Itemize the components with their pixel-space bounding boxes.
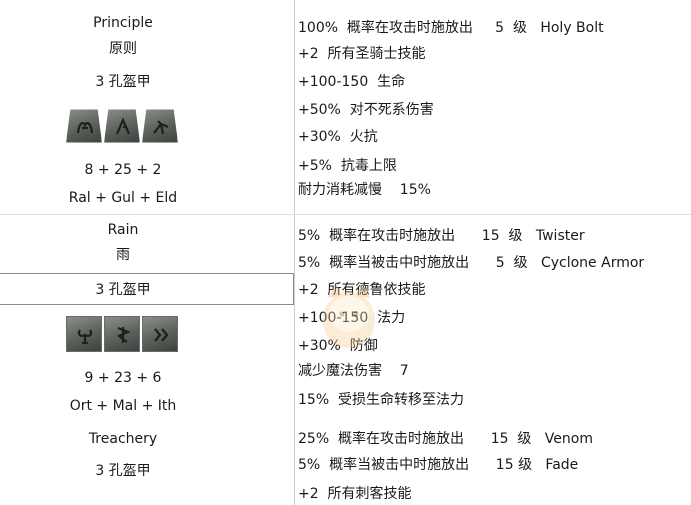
runeword-name: Principle — [93, 15, 153, 31]
rune-levels: 9 + 23 + 6 — [84, 370, 162, 386]
column-divider — [294, 0, 295, 505]
property-line: 耐力消耗减慢 15% — [298, 182, 431, 198]
socket-requirement: 3 孔盔甲 — [95, 463, 151, 479]
eld-rune-icon — [142, 109, 178, 143]
property-line: +5% 抗毒上限 — [298, 158, 397, 174]
property-line: +50% 对不死系伤害 — [298, 102, 434, 118]
socket-requirement: 3 孔盔甲 — [95, 74, 151, 90]
rune-icons — [66, 108, 178, 144]
ral-rune-icon — [66, 109, 102, 143]
gul-rune-icon — [104, 109, 140, 143]
ith-rune-icon — [142, 316, 178, 352]
rune-icons — [66, 316, 178, 352]
property-line: +2 所有刺客技能 — [298, 486, 412, 502]
runeword-name: Treachery — [88, 431, 158, 447]
property-line: +100-150 生命 — [298, 74, 406, 90]
property-line: 5% 概率当被击中时施放出 15 级 Fade — [298, 457, 579, 473]
property-line: 15% 受损生命转移至法力 — [298, 392, 465, 408]
watermark-mascot — [323, 282, 375, 348]
rune-combination: Ort + Mal + Ith — [69, 398, 177, 414]
property-line: 5% 概率在攻击时施放出 15 级 Twister — [298, 228, 585, 244]
ort-rune-icon — [66, 316, 102, 352]
runeword-name-cn: 雨 — [116, 247, 130, 263]
socket-requirement: 3 孔盔甲 — [95, 282, 151, 298]
row-divider — [0, 214, 294, 215]
rune-levels: 8 + 25 + 2 — [84, 162, 162, 178]
runeword-name-cn: 原则 — [109, 41, 137, 57]
runeword-name: Rain — [107, 222, 139, 238]
row-divider — [294, 214, 691, 215]
property-line: 5% 概率当被击中时施放出 5 级 Cyclone Armor — [298, 255, 645, 271]
rune-combination: Ral + Gul + Eld — [68, 190, 178, 206]
mal-rune-icon — [104, 316, 140, 352]
property-line: 减少魔法伤害 7 — [298, 363, 409, 379]
property-line: 25% 概率在攻击时施放出 15 级 Venom — [298, 431, 593, 447]
property-line: +2 所有圣骑士技能 — [298, 46, 426, 62]
property-line: +30% 火抗 — [298, 129, 378, 145]
property-line: 100% 概率在攻击时施放出 5 级 Holy Bolt — [298, 20, 604, 36]
